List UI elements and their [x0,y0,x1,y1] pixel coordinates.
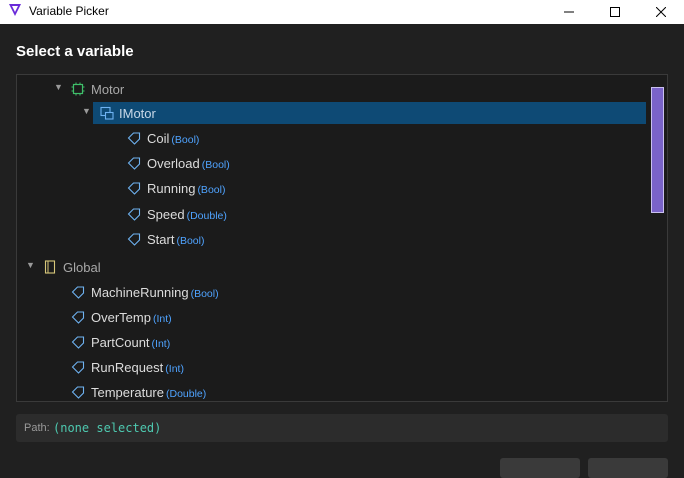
chip-icon [71,82,85,96]
close-icon [656,7,666,17]
variable-item-overload[interactable]: Overload (Bool) [17,152,649,174]
tree-item-motor[interactable]: ▼ Motor [17,78,649,100]
caret-expanded-icon[interactable]: ▼ [82,106,91,116]
interface-icon [100,106,114,120]
tree-item-label: Global [63,260,101,275]
title-bar: Variable Picker [0,0,684,24]
tag-icon [127,208,141,221]
variable-label: OverTemp (Int) [91,310,172,325]
maximize-button[interactable] [592,0,638,24]
tag-icon [71,311,85,324]
cancel-button[interactable] [588,458,668,478]
variable-item-machinerunning[interactable]: MachineRunning (Bool) [17,281,649,303]
app-logo-icon [9,4,21,16]
scrollbar-thumb[interactable] [651,87,664,213]
tree-item-label: IMotor [119,106,156,121]
tag-icon [127,132,141,145]
variable-tree[interactable]: ▼ Motor ▼ IMotor Coil (Bool) Overload (Boo… [16,74,668,402]
variable-label: Speed (Double) [147,207,227,222]
path-value: (none selected) [53,421,162,435]
path-label: Path: [24,422,50,434]
tag-icon [71,336,85,349]
variable-label: Coil (Bool) [147,131,200,146]
variable-item-runrequest[interactable]: RunRequest (Int) [17,356,649,378]
variable-item-coil[interactable]: Coil (Bool) [17,127,649,149]
vertical-scrollbar[interactable] [649,75,667,401]
tag-icon [127,157,141,170]
minimize-button[interactable] [546,0,592,24]
path-bar: Path: (none selected) [16,414,668,442]
tag-icon [71,386,85,399]
minimize-icon [564,11,574,13]
variable-item-partcount[interactable]: PartCount (Int) [17,331,649,353]
window-title: Variable Picker [29,4,109,18]
variable-label: Temperature (Double) [91,385,207,400]
tree-item-imotor[interactable]: ▼ IMotor [82,102,646,124]
variable-label: PartCount (Int) [91,335,171,350]
variable-item-running[interactable]: Running (Bool) [17,177,649,199]
variable-label: RunRequest (Int) [91,360,184,375]
variable-item-temperature[interactable]: Temperature (Double) [17,381,649,401]
tag-icon [127,182,141,195]
tag-icon [127,233,141,246]
close-button[interactable] [638,0,684,24]
page-title: Select a variable [16,43,134,60]
variable-item-start[interactable]: Start (Bool) [17,228,649,250]
tree-item-global[interactable]: ▼ Global [17,256,649,278]
tree-item-label: Motor [91,82,125,97]
variable-label: Start (Bool) [147,232,205,247]
maximize-icon [610,7,620,17]
document-icon [44,260,56,274]
tag-icon [71,286,85,299]
variable-label: Overload (Bool) [147,156,230,171]
caret-expanded-icon[interactable]: ▼ [54,82,63,92]
variable-item-speed[interactable]: Speed (Double) [17,203,649,225]
tag-icon [71,361,85,374]
variable-label: Running (Bool) [147,181,226,196]
caret-expanded-icon[interactable]: ▼ [26,260,35,270]
ok-button[interactable] [500,458,580,478]
variable-label: MachineRunning (Bool) [91,285,219,300]
variable-item-overtemp[interactable]: OverTemp (Int) [17,306,649,328]
